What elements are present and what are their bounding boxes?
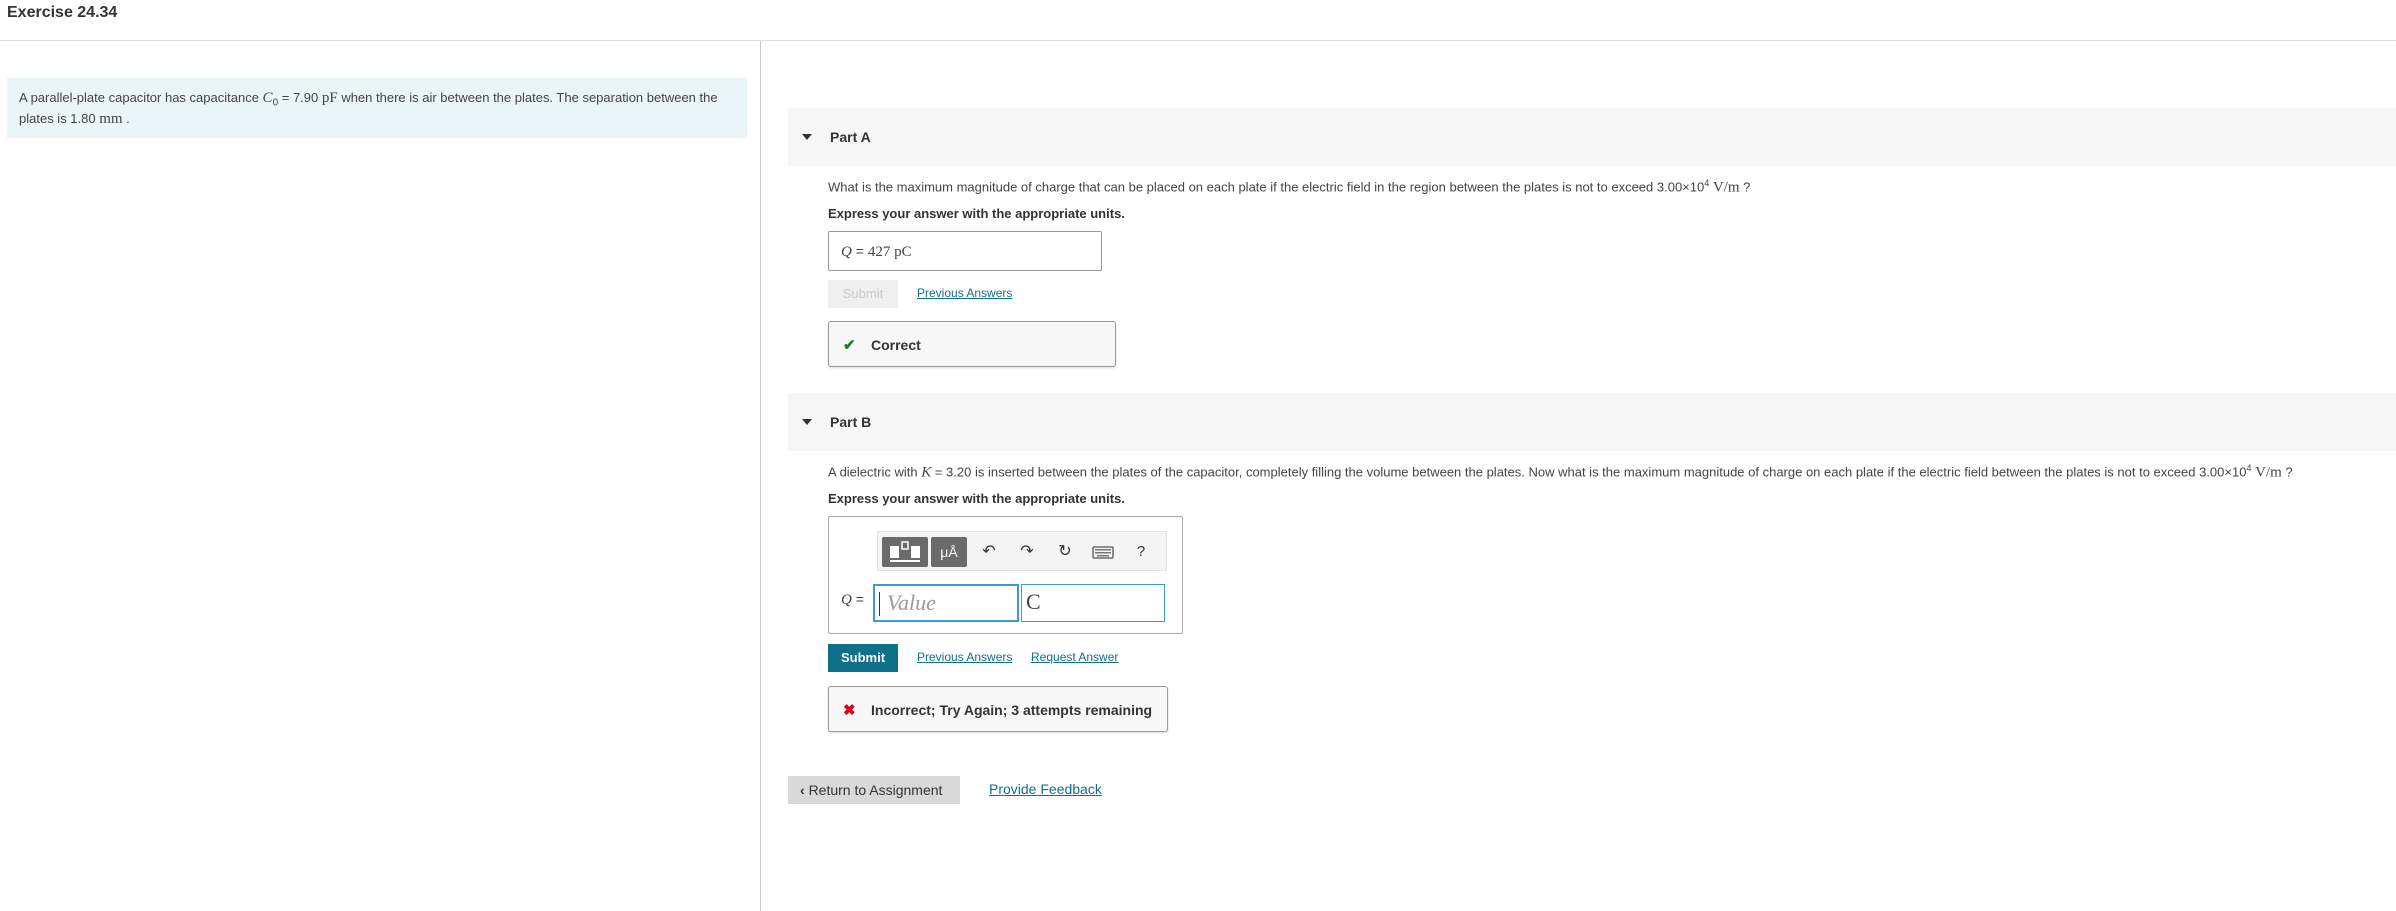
part-a-header[interactable]: Part A (788, 108, 2396, 166)
answer-equals: = (851, 243, 868, 259)
part-a-answer-field[interactable]: Q = 427 pC (828, 231, 1102, 271)
part-a-previous-answers-link[interactable]: Previous Answers (917, 286, 1012, 300)
part-a-question-text: What is the maximum magnitude of charge … (828, 179, 1705, 195)
part-a-question-end: ? (1739, 179, 1751, 195)
part-a-feedback: ✔ Correct (828, 321, 1116, 367)
capacitance-unit: pF (321, 90, 338, 106)
reset-icon[interactable]: ↻ (1054, 541, 1076, 563)
math-toolbar: μÅ ↶ ↷ ↻ ? (877, 531, 1167, 571)
help-icon[interactable]: ? (1130, 541, 1152, 563)
part-a-unit: V/m (1712, 179, 1740, 196)
problem-intro: A parallel-plate capacitor has capacitan… (7, 78, 747, 138)
answer-equals: = (851, 591, 864, 607)
part-b-exponent: 4 (2246, 463, 2252, 473)
return-to-assignment-button[interactable]: ‹ Return to Assignment (788, 776, 960, 804)
provide-feedback-link[interactable]: Provide Feedback (989, 781, 1102, 797)
part-a-submit-button[interactable]: Submit (828, 280, 898, 308)
part-b-question: A dielectric with K = 3.20 is inserted b… (828, 463, 2293, 481)
part-b-answer-editor: μÅ ↶ ↷ ↻ ? Q = Value C (828, 516, 1183, 634)
intro-text-end: . (122, 110, 130, 126)
unit-input[interactable]: C (1021, 584, 1165, 622)
unit-value: C (1026, 589, 1041, 614)
part-a-exponent: 4 (1704, 178, 1710, 188)
caret-down-icon[interactable] (802, 419, 812, 425)
value-placeholder: Value (887, 590, 936, 615)
intro-text-1: A parallel-plate capacitor has capacitan… (19, 90, 263, 105)
return-label: Return to Assignment (808, 782, 943, 798)
part-a-label: Part A (830, 129, 871, 145)
undo-icon[interactable]: ↶ (978, 541, 1000, 563)
redo-icon[interactable]: ↷ (1016, 541, 1038, 563)
part-b-unit: V/m (2255, 464, 2282, 481)
part-a-question: What is the maximum magnitude of charge … (828, 178, 1750, 196)
answer-value: 427 pC (867, 244, 912, 260)
separation-unit: mm (99, 110, 123, 127)
x-mark-icon: ✖ (843, 702, 856, 719)
keyboard-icon[interactable] (1092, 541, 1114, 563)
part-b-question-text-2: = 3.20 is inserted between the plates of… (931, 464, 2247, 480)
left-column (0, 41, 761, 911)
part-b-question-end: ? (2281, 464, 2293, 480)
part-a-instruction: Express your answer with the appropriate… (828, 206, 1125, 221)
part-b-feedback: ✖ Incorrect; Try Again; 3 attempts remai… (828, 686, 1168, 732)
chevron-left-icon: ‹ (800, 782, 805, 798)
dielectric-symbol: K (921, 464, 932, 481)
value-input[interactable]: Value (873, 584, 1019, 622)
part-b-previous-answers-link[interactable]: Previous Answers (917, 650, 1012, 664)
intro-text-2: = 7.90 (278, 90, 322, 105)
capacitance-symbol: C (262, 90, 273, 106)
part-b-label: Part B (830, 414, 872, 430)
request-answer-link[interactable]: Request Answer (1031, 650, 1118, 664)
text-cursor (879, 592, 880, 616)
part-b-question-text-1: A dielectric with (828, 464, 922, 480)
checkmark-icon: ✔ (843, 337, 856, 354)
templates-icon[interactable] (882, 537, 928, 567)
answer-variable: Q (841, 244, 852, 260)
part-a-feedback-text: Correct (871, 337, 921, 353)
page-title: Exercise 24.34 (7, 4, 118, 21)
answer-variable: Q (841, 592, 852, 608)
part-b-instruction: Express your answer with the appropriate… (828, 491, 1125, 506)
part-b-submit-button[interactable]: Submit (828, 644, 898, 672)
part-b-header[interactable]: Part B (788, 393, 2396, 451)
units-button[interactable]: μÅ (931, 537, 967, 567)
part-b-feedback-text: Incorrect; Try Again; 3 attempts remaini… (871, 702, 1153, 718)
caret-down-icon[interactable] (802, 134, 812, 140)
part-b-answer-label: Q = (841, 591, 864, 609)
